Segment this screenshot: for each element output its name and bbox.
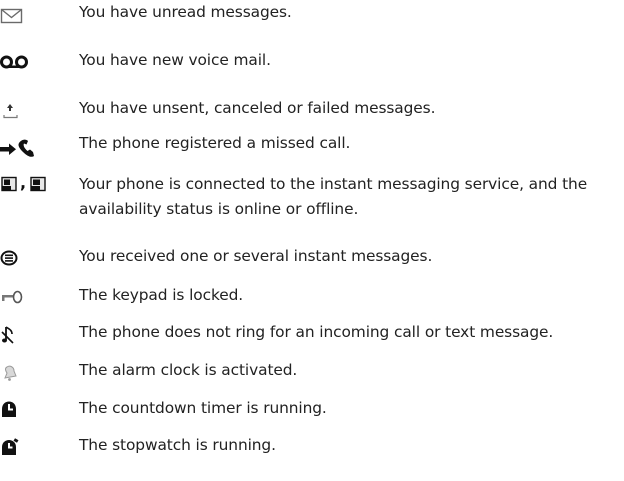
list-item-text: You have unsent, canceled or failed mess…	[79, 99, 436, 117]
list-item-text: Your phone is connected to the instant m…	[79, 175, 588, 218]
silent-ring-icon	[0, 323, 40, 347]
icon-separator: ,	[20, 173, 27, 192]
list-item-text: The alarm clock is activated.	[79, 361, 298, 379]
voicemail-icon	[0, 50, 40, 74]
instant-messaging-status-icon: ,	[0, 173, 75, 198]
alarm-bell-icon	[0, 361, 40, 385]
key-lock-icon	[0, 285, 40, 309]
stopwatch-icon	[0, 436, 40, 460]
list-item-text: The countdown timer is running.	[79, 399, 327, 417]
list-item-text: The phone does not ring for an incoming …	[79, 323, 554, 341]
instant-message-received-icon	[0, 246, 40, 270]
envelope-icon	[0, 4, 40, 28]
missed-call-icon	[0, 137, 40, 161]
list-item-text: You received one or several instant mess…	[79, 247, 433, 265]
list-item-text: The keypad is locked.	[79, 286, 244, 304]
outbox-upload-icon	[0, 98, 40, 122]
countdown-timer-icon	[0, 398, 40, 422]
list-item-text: The phone registered a missed call.	[79, 134, 351, 152]
list-item-text: You have unread messages.	[79, 3, 292, 21]
list-item-text: You have new voice mail.	[79, 51, 271, 69]
list-item-text: The stopwatch is running.	[79, 436, 276, 454]
